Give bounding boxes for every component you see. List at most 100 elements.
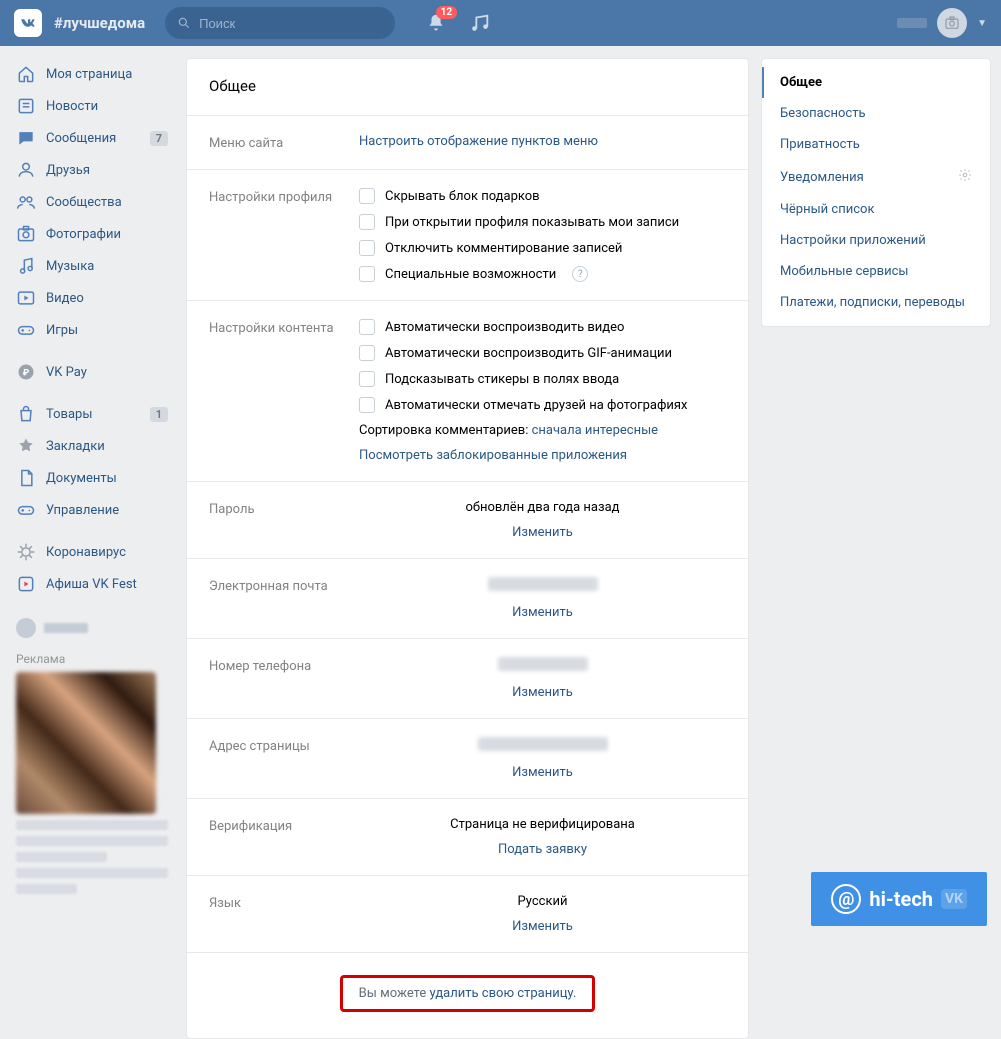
message-icon bbox=[16, 128, 36, 148]
nav-label: Закладки bbox=[46, 439, 105, 454]
section-lang: Язык РусскийИзменить bbox=[187, 875, 748, 952]
menu-config-link[interactable]: Настроить отображение пунктов меню bbox=[359, 134, 726, 149]
change-phone-link[interactable]: Изменить bbox=[512, 685, 573, 700]
nav-messages[interactable]: Сообщения7 bbox=[10, 122, 174, 154]
mini-avatar bbox=[16, 618, 36, 638]
search-box[interactable] bbox=[165, 7, 395, 39]
notifications-icon[interactable]: 12 bbox=[425, 12, 447, 34]
chevron-down-icon: ▼ bbox=[977, 18, 987, 29]
virus-icon bbox=[16, 542, 36, 562]
watermark-text: hi-tech bbox=[869, 887, 933, 911]
tab-privacy[interactable]: Приватность bbox=[762, 129, 990, 160]
section-label: Электронная почта bbox=[209, 577, 339, 620]
section-password: Пароль обновлён два года назад Изменить bbox=[187, 481, 748, 558]
gear-icon[interactable] bbox=[958, 168, 972, 186]
nav-label: Документы bbox=[46, 471, 117, 486]
cbx-autoplay-video[interactable]: Автоматически воспроизводить видео bbox=[359, 319, 726, 335]
section-label: Верификация bbox=[209, 817, 339, 857]
nav-label: Фотографии bbox=[46, 227, 121, 242]
avatar bbox=[937, 8, 967, 38]
section-label: Номер телефона bbox=[209, 657, 339, 700]
checkbox-icon bbox=[359, 397, 375, 413]
nav-label: VK Pay bbox=[46, 365, 87, 380]
change-lang-link[interactable]: Изменить bbox=[512, 919, 573, 934]
cbx-sticker-hints[interactable]: Подсказывать стикеры в полях ввода bbox=[359, 371, 726, 387]
cbx-autoplay-gif[interactable]: Автоматически воспроизводить GIF-анимаци… bbox=[359, 345, 726, 361]
nav-covid[interactable]: Коронавирус bbox=[10, 536, 174, 568]
cbx-tag-friends[interactable]: Автоматически отмечать друзей на фотогра… bbox=[359, 397, 726, 413]
nav-my-page[interactable]: Моя страница bbox=[10, 58, 174, 90]
help-icon[interactable]: ? bbox=[572, 266, 588, 282]
ruble-icon bbox=[16, 362, 36, 382]
music-note-icon bbox=[16, 256, 36, 276]
nav-manage[interactable]: Управление bbox=[10, 494, 174, 526]
mini-user[interactable] bbox=[10, 610, 174, 646]
cbx-hide-gifts[interactable]: Скрывать блок подарков bbox=[359, 188, 726, 204]
tab-security[interactable]: Безопасность bbox=[762, 98, 990, 129]
friends-icon bbox=[16, 160, 36, 180]
nav-label: Игры bbox=[46, 323, 78, 338]
email-value-redacted bbox=[488, 577, 598, 595]
comment-sort-link[interactable]: сначала интересные bbox=[532, 423, 658, 438]
header-hashtag[interactable]: #лучшедома bbox=[54, 14, 145, 32]
nav-market[interactable]: Товары1 bbox=[10, 398, 174, 430]
change-email-link[interactable]: Изменить bbox=[512, 605, 573, 620]
nav-label: Друзья bbox=[46, 163, 90, 178]
section-label: Пароль bbox=[209, 500, 339, 540]
change-address-link[interactable]: Изменить bbox=[512, 765, 573, 780]
document-icon bbox=[16, 468, 36, 488]
delete-prefix: Вы можете bbox=[359, 986, 430, 1001]
nav-label: Афиша VK Fest bbox=[46, 577, 137, 592]
section-label: Меню сайта bbox=[209, 134, 339, 151]
vk-logo[interactable] bbox=[14, 9, 42, 37]
nav-groups[interactable]: Сообщества bbox=[10, 186, 174, 218]
ad-block[interactable] bbox=[10, 672, 174, 894]
nav-games[interactable]: Игры bbox=[10, 314, 174, 346]
nav-afisha[interactable]: Афиша VK Fest bbox=[10, 568, 174, 600]
nav-label: Сообщения bbox=[46, 131, 116, 146]
checkbox-icon bbox=[359, 240, 375, 256]
music-icon[interactable] bbox=[469, 12, 491, 34]
star-icon bbox=[16, 436, 36, 456]
cbx-show-posts[interactable]: При открытии профиля показывать мои запи… bbox=[359, 214, 726, 230]
nav-friends[interactable]: Друзья bbox=[10, 154, 174, 186]
checkbox-icon bbox=[359, 345, 375, 361]
sidebar: Моя страница Новости Сообщения7 Друзья С… bbox=[10, 58, 174, 900]
user-menu[interactable]: ▼ bbox=[897, 8, 987, 38]
cbx-accessibility[interactable]: Специальные возможности? bbox=[359, 266, 726, 282]
section-label: Адрес страницы bbox=[209, 737, 339, 780]
settings-panel: Общее Меню сайта Настроить отображение п… bbox=[186, 58, 749, 1039]
afisha-icon bbox=[16, 574, 36, 594]
nav-photos[interactable]: Фотографии bbox=[10, 218, 174, 250]
tab-general[interactable]: Общее bbox=[762, 67, 990, 98]
nav-vkpay[interactable]: VK Pay bbox=[10, 356, 174, 388]
nav-label: Музыка bbox=[46, 259, 94, 274]
nav-label: Моя страница bbox=[46, 67, 132, 82]
mini-name-redacted bbox=[44, 623, 88, 633]
gamepad-icon bbox=[16, 500, 36, 520]
nav-docs[interactable]: Документы bbox=[10, 462, 174, 494]
tab-payments[interactable]: Платежи, подписки, переводы bbox=[762, 287, 990, 318]
apply-verify-link[interactable]: Подать заявку bbox=[498, 842, 587, 857]
comment-sort-row: Сортировка комментариев: сначала интерес… bbox=[359, 423, 726, 438]
section-label: Язык bbox=[209, 894, 339, 934]
tab-notifications[interactable]: Уведомления bbox=[762, 160, 990, 194]
blocked-apps-link[interactable]: Посмотреть заблокированные приложения bbox=[359, 448, 627, 463]
tab-blacklist[interactable]: Чёрный список bbox=[762, 194, 990, 225]
search-icon bbox=[177, 16, 191, 30]
nav-video[interactable]: Видео bbox=[10, 282, 174, 314]
cbx-disable-comments[interactable]: Отключить комментирование записей bbox=[359, 240, 726, 256]
password-value: обновлён два года назад bbox=[465, 500, 619, 515]
nav-news[interactable]: Новости bbox=[10, 90, 174, 122]
nav-music[interactable]: Музыка bbox=[10, 250, 174, 282]
nav-bookmarks[interactable]: Закладки bbox=[10, 430, 174, 462]
section-verify: Верификация Страница не верифицированаПо… bbox=[187, 798, 748, 875]
delete-page-link[interactable]: удалить свою страницу. bbox=[430, 986, 577, 1001]
change-password-link[interactable]: Изменить bbox=[512, 525, 573, 540]
video-icon bbox=[16, 288, 36, 308]
search-input[interactable] bbox=[199, 16, 383, 31]
section-label: Настройки контента bbox=[209, 319, 339, 463]
ad-label: Реклама bbox=[10, 646, 174, 672]
tab-mobile[interactable]: Мобильные сервисы bbox=[762, 256, 990, 287]
tab-app-settings[interactable]: Настройки приложений bbox=[762, 225, 990, 256]
